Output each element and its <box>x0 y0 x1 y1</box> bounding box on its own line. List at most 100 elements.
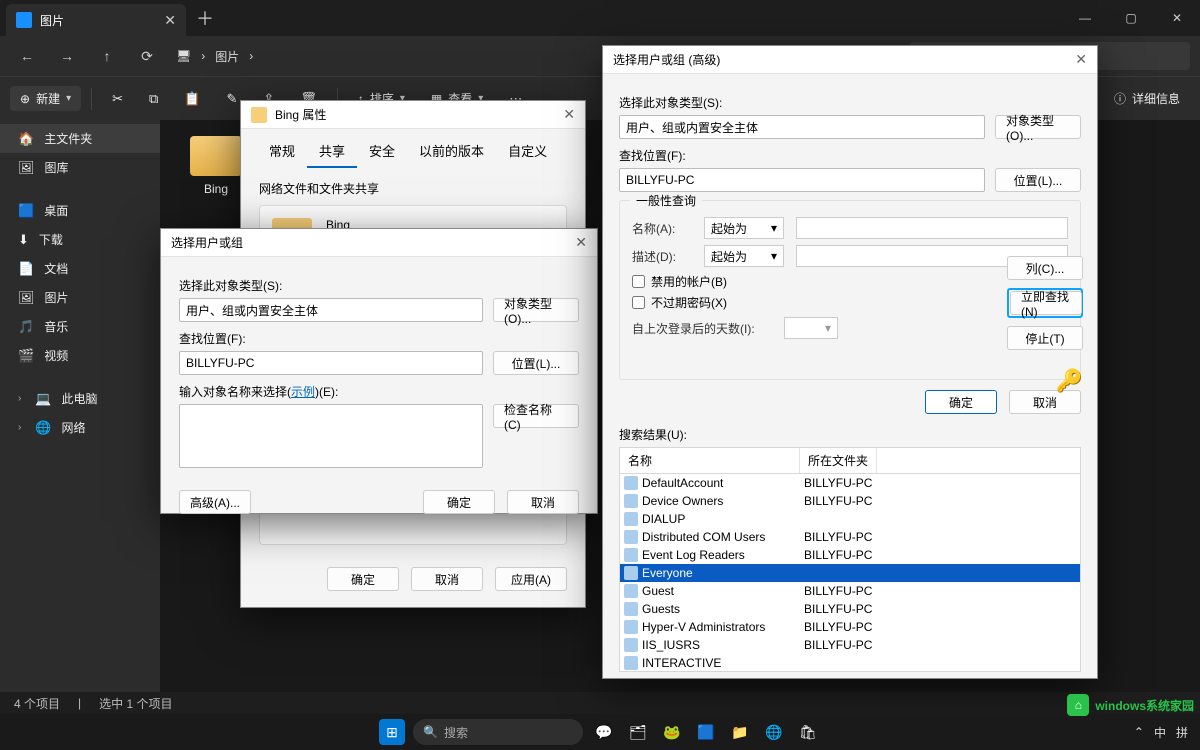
sidebar-item-videos[interactable]: 🎬 视频 <box>0 341 160 370</box>
disabled-checkbox[interactable]: 禁用的帐户(B) <box>632 273 1068 290</box>
location-button[interactable]: 位置(L)... <box>493 351 579 375</box>
new-tab-button[interactable]: ＋ <box>196 5 214 31</box>
days-combo: ▾ <box>784 317 838 339</box>
up-button[interactable]: ↑ <box>90 41 124 71</box>
dialog-titlebar[interactable]: 选择用户或组 (高级) ✕ <box>603 46 1097 74</box>
close-icon[interactable]: ✕ <box>1075 51 1087 68</box>
sidebar-item-thispc[interactable]: ›💻 此电脑 <box>0 384 160 413</box>
result-row[interactable]: IIS_IUSRSBILLYFU-PC <box>620 636 1080 654</box>
task-icon[interactable]: 🟦 <box>693 719 719 745</box>
location-input[interactable] <box>179 351 483 375</box>
result-row[interactable]: DIALUP <box>620 510 1080 528</box>
type-input[interactable] <box>619 115 985 139</box>
sidebar-item-music[interactable]: 🎵 音乐 <box>0 312 160 341</box>
result-row[interactable]: Device OwnersBILLYFU-PC <box>620 492 1080 510</box>
close-icon[interactable]: ✕ <box>575 234 587 251</box>
key-icon: 🔑 <box>1056 368 1083 394</box>
apply-button[interactable]: 应用(A) <box>495 567 567 591</box>
stop-button[interactable]: 停止(T) <box>1007 326 1083 350</box>
store-task-icon[interactable]: 🛍 <box>795 719 821 745</box>
system-tray[interactable]: ⌃ 中 拼 <box>1134 714 1188 750</box>
result-row[interactable]: GuestBILLYFU-PC <box>620 582 1080 600</box>
sidebar-item-desktop[interactable]: 🟦 桌面 <box>0 196 160 225</box>
tab-title: 图片 <box>40 12 64 29</box>
noexpire-checkbox[interactable]: 不过期密码(X) <box>632 294 1068 311</box>
advanced-button[interactable]: 高级(A)... <box>179 490 251 514</box>
window-tab[interactable]: 图片 ✕ <box>6 4 186 36</box>
location-input[interactable] <box>619 168 985 192</box>
breadcrumb-item[interactable]: 图片 <box>215 48 239 65</box>
name-input[interactable] <box>796 217 1068 239</box>
back-button[interactable]: ← <box>10 41 44 71</box>
columns-button[interactable]: 列(C)... <box>1007 256 1083 280</box>
col-folder[interactable]: 所在文件夹 <box>800 448 877 473</box>
results-header[interactable]: 名称 所在文件夹 <box>619 447 1081 474</box>
results-list[interactable]: DefaultAccountBILLYFU-PCDevice OwnersBIL… <box>619 474 1081 672</box>
sidebar-item-home[interactable]: 🏠 主文件夹 <box>0 124 160 153</box>
check-names-button[interactable]: 检查名称(C) <box>493 404 579 428</box>
dialog-titlebar[interactable]: 选择用户或组 ✕ <box>161 229 597 257</box>
result-row[interactable]: GuestsBILLYFU-PC <box>620 600 1080 618</box>
tab-sharing[interactable]: 共享 <box>307 135 357 168</box>
taskbar-search[interactable]: 🔍 搜索 <box>413 719 583 745</box>
task-icon[interactable]: 🐸 <box>659 719 685 745</box>
result-row[interactable]: INTERACTIVE <box>620 654 1080 672</box>
object-name-input[interactable] <box>179 404 483 468</box>
result-row[interactable]: Distributed COM UsersBILLYFU-PC <box>620 528 1080 546</box>
maximize-button[interactable]: ▢ <box>1108 0 1154 36</box>
close-button[interactable]: ✕ <box>1154 0 1200 36</box>
cancel-button[interactable]: 取消 <box>507 490 579 514</box>
copy-button[interactable]: ⧉ <box>139 87 168 111</box>
location-button[interactable]: 位置(L)... <box>995 168 1081 192</box>
edge-task-icon[interactable]: 🌐 <box>761 719 787 745</box>
monitor-icon: 🖥 <box>176 49 191 63</box>
ime-indicator[interactable]: 中 <box>1154 724 1166 741</box>
object-type-button[interactable]: 对象类型(O)... <box>493 298 579 322</box>
type-input[interactable] <box>179 298 483 322</box>
cut-button[interactable]: ✂ <box>102 87 133 111</box>
task-icon[interactable]: 💬 <box>591 719 617 745</box>
taskbar[interactable]: ⊞ 🔍 搜索 💬 🗂 🐸 🟦 📁 🌐 🛍 <box>0 714 1200 750</box>
result-row[interactable]: Everyone <box>620 564 1080 582</box>
tab-security[interactable]: 安全 <box>357 135 407 168</box>
breadcrumb[interactable]: 🖥 › 图片 › <box>176 48 253 65</box>
close-tab-icon[interactable]: ✕ <box>164 12 176 29</box>
chevron-right-icon: › <box>201 49 205 63</box>
result-row[interactable]: Event Log ReadersBILLYFU-PC <box>620 546 1080 564</box>
start-button[interactable]: ⊞ <box>379 719 405 745</box>
dialog-title: 选择用户或组 <box>171 234 243 251</box>
object-type-button[interactable]: 对象类型(O)... <box>995 115 1081 139</box>
folder-icon <box>251 107 267 123</box>
ok-button[interactable]: 确定 <box>327 567 399 591</box>
paste-button[interactable]: 📋 <box>174 87 210 111</box>
col-name[interactable]: 名称 <box>620 448 800 473</box>
sidebar-item-pictures[interactable]: 🖼 图片 <box>0 283 160 312</box>
tab-custom[interactable]: 自定义 <box>496 135 559 168</box>
chevron-up-icon[interactable]: ⌃ <box>1134 725 1144 739</box>
find-now-button[interactable]: 立即查找(N) <box>1010 291 1082 315</box>
ime-mode[interactable]: 拼 <box>1176 724 1188 741</box>
new-button[interactable]: ⊕ 新建 ▾ <box>10 86 81 111</box>
result-row[interactable]: DefaultAccountBILLYFU-PC <box>620 474 1080 492</box>
task-icon[interactable]: 🗂 <box>625 719 651 745</box>
desc-match-combo[interactable]: 起始为▾ <box>704 245 784 267</box>
sidebar-item-downloads[interactable]: ⬇ 下载 <box>0 225 160 254</box>
ok-button[interactable]: 确定 <box>423 490 495 514</box>
sidebar-item-network[interactable]: ›🌐 网络 <box>0 413 160 442</box>
close-icon[interactable]: ✕ <box>563 106 575 123</box>
dialog-titlebar[interactable]: Bing 属性 ✕ <box>241 101 585 129</box>
tab-previous[interactable]: 以前的版本 <box>407 135 496 168</box>
sidebar-item-documents[interactable]: 📄 文档 <box>0 254 160 283</box>
example-link[interactable]: 示例 <box>291 385 315 399</box>
tab-general[interactable]: 常规 <box>257 135 307 168</box>
result-row[interactable]: Hyper-V AdministratorsBILLYFU-PC <box>620 618 1080 636</box>
cancel-button[interactable]: 取消 <box>411 567 483 591</box>
name-match-combo[interactable]: 起始为▾ <box>704 217 784 239</box>
explorer-task-icon[interactable]: 📁 <box>727 719 753 745</box>
details-button[interactable]: ⓘ 详细信息 <box>1104 86 1190 111</box>
refresh-button[interactable]: ⟳ <box>130 41 164 71</box>
sidebar-item-gallery[interactable]: 🖼 图库 <box>0 153 160 182</box>
forward-button[interactable]: → <box>50 41 84 71</box>
minimize-button[interactable]: — <box>1062 0 1108 36</box>
ok-button[interactable]: 确定 <box>925 390 997 414</box>
